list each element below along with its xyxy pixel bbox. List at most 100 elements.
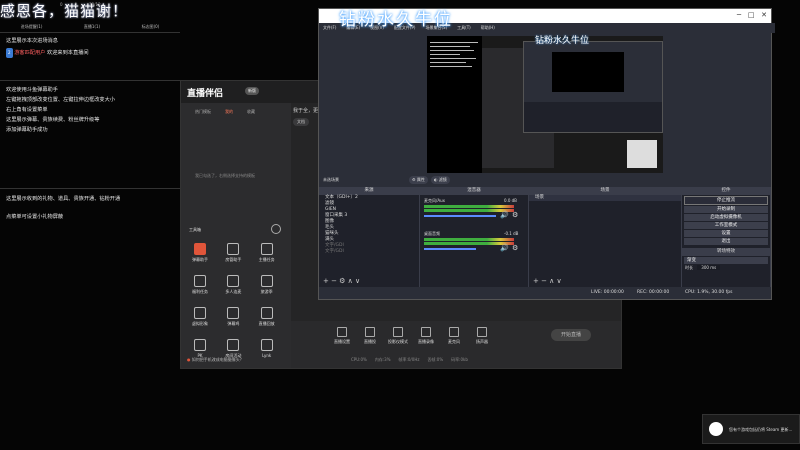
scenes-header: 场景 bbox=[529, 187, 681, 195]
window-controls: ─ □ ✕ bbox=[737, 11, 767, 19]
cast-button[interactable]: 直播投 bbox=[359, 327, 381, 345]
transition-select[interactable]: 渐变 bbox=[684, 257, 768, 264]
menu-file[interactable]: 文件(F) bbox=[323, 23, 336, 33]
exit-button[interactable]: 退出 bbox=[684, 238, 768, 245]
replay-icon bbox=[260, 307, 273, 319]
menu-tools[interactable]: 工具(T) bbox=[457, 23, 471, 33]
tool-lynk[interactable]: Lynk bbox=[254, 339, 280, 359]
user-name: 游客匹配用户 bbox=[14, 50, 46, 56]
close-button[interactable]: ✕ bbox=[761, 11, 767, 19]
tool-avatar[interactable]: 虚拟形象 bbox=[187, 307, 213, 327]
nested-terminal bbox=[427, 36, 482, 173]
gear-icon[interactable]: ⚙ bbox=[512, 244, 518, 252]
welcome-line: 2 游客匹配用户 欢迎来到本直播间 bbox=[6, 48, 89, 58]
filters-button[interactable]: ◐ 滤镜 bbox=[431, 176, 450, 184]
record-button[interactable]: 直播录像 bbox=[415, 327, 437, 345]
volume-slider[interactable] bbox=[424, 215, 496, 217]
studio-mode-button[interactable]: 工作室模式 bbox=[684, 222, 768, 229]
live-settings-button[interactable]: 直播设置 bbox=[331, 327, 353, 345]
source-item[interactable]: 文字/GDI bbox=[319, 249, 419, 255]
stat-mem: 内存:3% bbox=[374, 357, 391, 362]
maximize-button[interactable]: □ bbox=[748, 11, 755, 19]
speaker-icon[interactable]: 🔊 bbox=[500, 244, 509, 252]
tool-chicken[interactable]: 弹幕鸡 bbox=[220, 307, 246, 327]
nested-caption: 钻粉水久牛位 bbox=[535, 36, 590, 46]
tool-admin[interactable]: 房管助手 bbox=[220, 243, 246, 263]
camera-hint-link[interactable]: ● 如何把手机改成电脑摄像头？ bbox=[187, 357, 244, 363]
controls-dock: 控件 停止推流 开始录制 启动虚拟摄像机 工作室模式 设置 退出 转场特效 渐变… bbox=[682, 187, 771, 287]
tool-task[interactable]: 主播任务 bbox=[254, 243, 280, 263]
nested-obs-docks bbox=[524, 102, 662, 132]
sources-header: 来源 bbox=[319, 187, 419, 195]
rec-timer: REC: 00:00:00 bbox=[637, 290, 670, 295]
stat-cpu: CPU:0% bbox=[351, 357, 367, 362]
tool-welfare[interactable]: 福利任务 bbox=[187, 275, 213, 295]
start-recording-button[interactable]: 开始录制 bbox=[684, 206, 768, 213]
tab-flag[interactable]: 标志图(0) bbox=[142, 24, 160, 30]
msg-line: 这里展示弹幕、贵族续费、粉丝牌升级等 bbox=[6, 117, 100, 123]
stream-caption-overlay: 钻粉水久牛位 bbox=[339, 10, 453, 30]
term-line bbox=[430, 42, 478, 43]
minimize-button[interactable]: ─ bbox=[737, 11, 741, 19]
gift-line: 点菜单可设置小礼物屏蔽 bbox=[6, 214, 64, 220]
count-1: 0 bbox=[60, 2, 63, 7]
term-line bbox=[430, 50, 474, 51]
stop-stream-button[interactable]: 停止推流 bbox=[684, 196, 768, 205]
gear-icon[interactable]: ⚙ bbox=[512, 211, 518, 219]
tab-mine[interactable]: 我的 bbox=[225, 109, 233, 115]
controls-header: 控件 bbox=[682, 187, 770, 195]
divider bbox=[0, 188, 180, 189]
nested-obs bbox=[523, 41, 663, 133]
duration-input[interactable]: 300 ms bbox=[697, 265, 721, 270]
mixer-dock: 混音器 麦克风/Aux 0.0 dB 🔊 ⚙ 桌面音频 -0.1 dB 🔊 ⚙ bbox=[420, 187, 529, 287]
mic-button[interactable]: 麦克风 bbox=[443, 327, 465, 345]
menu-help[interactable]: 帮助(H) bbox=[481, 23, 495, 33]
nested-desktop-capture: 钻粉水久牛位 bbox=[427, 36, 663, 173]
start-live-button[interactable]: 开始直播 bbox=[551, 329, 591, 341]
mixer-track-db: 0.0 dB bbox=[504, 198, 517, 203]
doc-source-button[interactable]: 文档 bbox=[293, 118, 309, 126]
danmaku-icon bbox=[194, 243, 206, 255]
tool-replay[interactable]: 直播回放 bbox=[254, 307, 280, 327]
speaker-icon[interactable]: 🔊 bbox=[500, 211, 509, 219]
scene-item[interactable]: 场景 bbox=[529, 195, 681, 201]
steam-icon bbox=[709, 422, 723, 436]
sources-toolbar[interactable]: + − ⚙ ∧ ∨ bbox=[323, 277, 360, 285]
stat-fps: 帧率:0/0Hz bbox=[398, 357, 420, 362]
settings-icon bbox=[337, 327, 347, 337]
msg-line: 欢迎使用斗鱼弹幕助手 bbox=[6, 87, 58, 93]
avatar-icon bbox=[194, 307, 206, 319]
tab-fav[interactable]: 收藏 bbox=[247, 109, 255, 115]
tool-danmaku[interactable]: 弹幕助手 bbox=[187, 243, 213, 263]
version-badge[interactable]: 新版 bbox=[245, 87, 259, 95]
term-line bbox=[430, 54, 460, 55]
tool-activity[interactable]: 房间活动 bbox=[220, 339, 246, 359]
settings-button[interactable]: 设置 bbox=[684, 230, 768, 237]
scenes-toolbar[interactable]: + − ∧ ∨ bbox=[533, 277, 562, 285]
steam-notification[interactable]: 您有个游戏包括仍将 Steam 更新... bbox=[702, 414, 800, 444]
cast-icon bbox=[365, 327, 375, 337]
tab-live[interactable]: 直播1(1) bbox=[84, 24, 100, 30]
tab-hot[interactable]: 热门模板 bbox=[195, 109, 211, 115]
steam-message: 您有个游戏包括仍将 Steam 更新... bbox=[729, 427, 793, 432]
template-tabs: 热门模板 我的 收藏 bbox=[195, 109, 255, 115]
obs-preview[interactable]: 钻粉水久牛位 bbox=[427, 36, 663, 173]
more-icon[interactable] bbox=[271, 224, 281, 234]
panel-hint: 我已勾选了，右侧选择支持的模板 bbox=[195, 173, 255, 178]
tab-enter[interactable]: 进场提醒(1) bbox=[21, 24, 43, 30]
tool-pk[interactable]: PK bbox=[187, 339, 213, 359]
properties-button[interactable]: ⚙ 属性 bbox=[409, 176, 428, 184]
enter-hint: 这里展示本次进场消息 bbox=[6, 38, 58, 44]
tool-travel[interactable]: 旅游季 bbox=[254, 275, 280, 295]
volume-slider[interactable] bbox=[424, 248, 476, 250]
projector-button[interactable]: 投影仪模式 bbox=[387, 327, 409, 345]
companion-bottombar: 直播设置 直播投 投影仪模式 直播录像 麦克风 扬声器 开始直播 CPU:0% … bbox=[291, 321, 621, 368]
admin-icon bbox=[227, 243, 240, 255]
tool-grid: 弹幕助手 房管助手 主播任务 福利任务 多人连麦 旅游季 虚拟形象 弹幕鸡 直播… bbox=[187, 243, 287, 359]
tool-multi-mic[interactable]: 多人连麦 bbox=[220, 275, 246, 295]
msg-line: 添加弹幕助手成功 bbox=[6, 127, 48, 133]
activity-icon bbox=[227, 339, 240, 351]
virtual-camera-button[interactable]: 启动虚拟摄像机 bbox=[684, 214, 768, 221]
scene-name: 未选场景 bbox=[323, 177, 339, 182]
speaker-button[interactable]: 扬声器 bbox=[471, 327, 493, 345]
